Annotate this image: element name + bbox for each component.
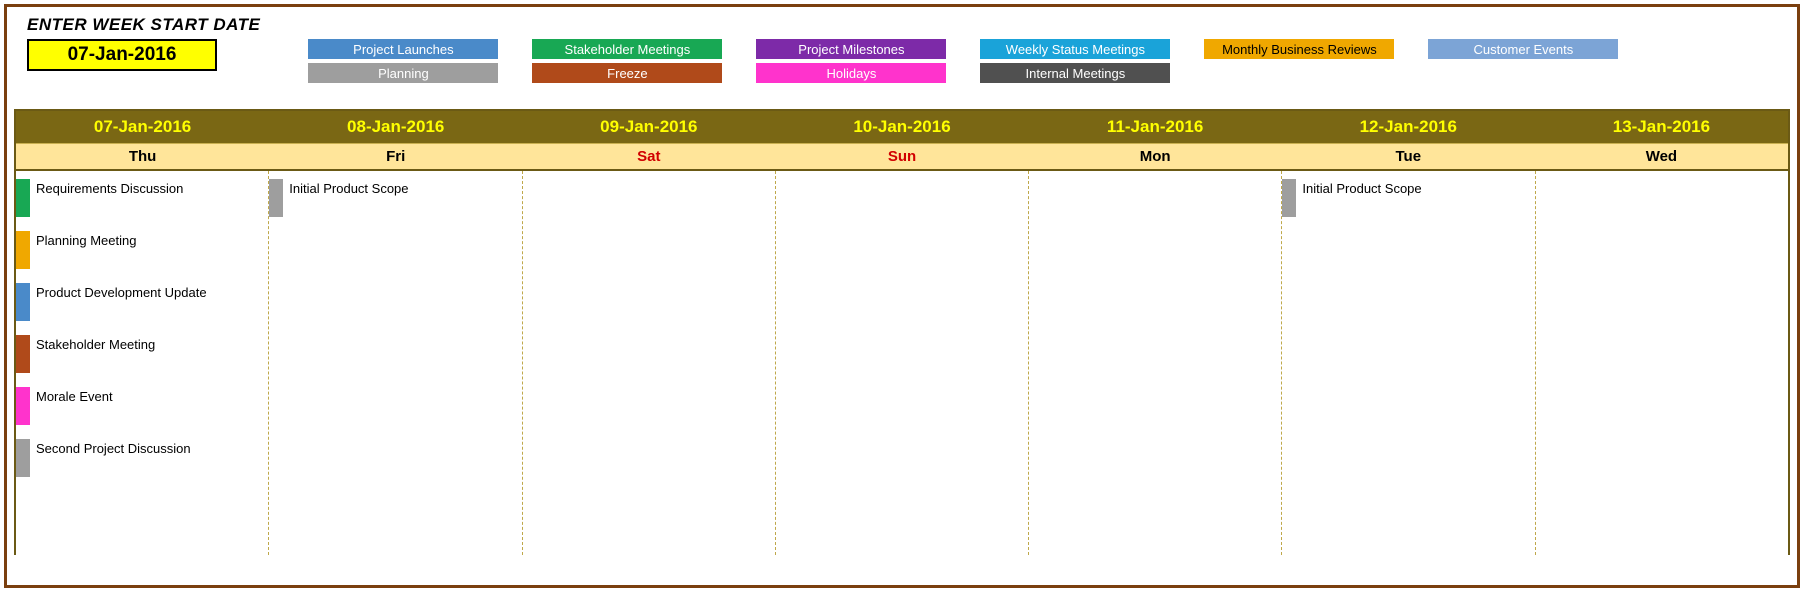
- day-column: [523, 171, 776, 555]
- date-entry: ENTER WEEK START DATE 07-Jan-2016: [27, 15, 260, 71]
- legend-row-2: Planning Freeze Holidays Internal Meetings: [308, 63, 1618, 83]
- event-item[interactable]: Initial Product Scope: [1282, 179, 1534, 231]
- day-column: [1029, 171, 1282, 555]
- event-category-bar: [16, 283, 30, 321]
- event-label: Stakeholder Meeting: [36, 337, 155, 352]
- event-label: Product Development Update: [36, 285, 207, 300]
- legend-item: Weekly Status Meetings: [980, 39, 1170, 59]
- event-label: Second Project Discussion: [36, 441, 191, 456]
- day-column: [776, 171, 1029, 555]
- start-date-label: ENTER WEEK START DATE: [27, 15, 260, 35]
- day-column: Requirements Discussion Planning Meeting P…: [16, 171, 269, 555]
- legend-item: Freeze: [532, 63, 722, 83]
- legend-item: Planning: [308, 63, 498, 83]
- legend: Project Launches Stakeholder Meetings Proj…: [308, 39, 1618, 83]
- event-item[interactable]: Requirements Discussion: [16, 179, 268, 231]
- calendar-frame: ENTER WEEK START DATE 07-Jan-2016 Projec…: [4, 4, 1800, 588]
- day-column: Initial Product Scope: [269, 171, 522, 555]
- start-date-input[interactable]: 07-Jan-2016: [27, 39, 217, 71]
- date-header-cell: 12-Jan-2016: [1282, 111, 1535, 143]
- date-header-cell: 07-Jan-2016: [16, 111, 269, 143]
- event-label: Morale Event: [36, 389, 113, 404]
- calendar-grid: 07-Jan-201608-Jan-201609-Jan-201610-Jan-…: [14, 109, 1790, 555]
- event-item[interactable]: Morale Event: [16, 387, 268, 439]
- dow-header-cell: Tue: [1282, 144, 1535, 169]
- date-header-cell: 09-Jan-2016: [522, 111, 775, 143]
- dow-header-cell: Thu: [16, 144, 269, 169]
- legend-item: Monthly Business Reviews: [1204, 39, 1394, 59]
- dow-header-cell: Mon: [1029, 144, 1282, 169]
- dow-header-cell: Sun: [775, 144, 1028, 169]
- event-item[interactable]: Second Project Discussion: [16, 439, 268, 491]
- date-header-cell: 11-Jan-2016: [1029, 111, 1282, 143]
- date-header-cell: 08-Jan-2016: [269, 111, 522, 143]
- event-item[interactable]: Planning Meeting: [16, 231, 268, 283]
- day-column: Initial Product Scope: [1282, 171, 1535, 555]
- top-bar: ENTER WEEK START DATE 07-Jan-2016 Projec…: [7, 7, 1797, 83]
- date-header-cell: 13-Jan-2016: [1535, 111, 1788, 143]
- event-item[interactable]: Stakeholder Meeting: [16, 335, 268, 387]
- event-category-bar: [16, 387, 30, 425]
- legend-item: Project Milestones: [756, 39, 946, 59]
- event-category-bar: [16, 439, 30, 477]
- legend-item: Customer Events: [1428, 39, 1618, 59]
- event-item[interactable]: Initial Product Scope: [269, 179, 521, 231]
- event-category-bar: [16, 231, 30, 269]
- day-column: [1536, 171, 1788, 555]
- event-category-bar: [16, 179, 30, 217]
- dow-header-cell: Fri: [269, 144, 522, 169]
- event-category-bar: [16, 335, 30, 373]
- event-label: Planning Meeting: [36, 233, 136, 248]
- event-category-bar: [1282, 179, 1296, 217]
- dow-header-cell: Sat: [522, 144, 775, 169]
- calendar-body: Requirements Discussion Planning Meeting P…: [16, 171, 1788, 555]
- event-category-bar: [269, 179, 283, 217]
- legend-item: Stakeholder Meetings: [532, 39, 722, 59]
- event-label: Initial Product Scope: [1302, 181, 1421, 196]
- date-header-cell: 10-Jan-2016: [775, 111, 1028, 143]
- legend-item: Holidays: [756, 63, 946, 83]
- legend-row-1: Project Launches Stakeholder Meetings Proj…: [308, 39, 1618, 59]
- event-label: Initial Product Scope: [289, 181, 408, 196]
- date-header-row: 07-Jan-201608-Jan-201609-Jan-201610-Jan-…: [16, 111, 1788, 143]
- dow-header-row: ThuFriSatSunMonTueWed: [16, 143, 1788, 171]
- legend-item: Project Launches: [308, 39, 498, 59]
- legend-item: Internal Meetings: [980, 63, 1170, 83]
- event-label: Requirements Discussion: [36, 181, 183, 196]
- dow-header-cell: Wed: [1535, 144, 1788, 169]
- event-item[interactable]: Product Development Update: [16, 283, 268, 335]
